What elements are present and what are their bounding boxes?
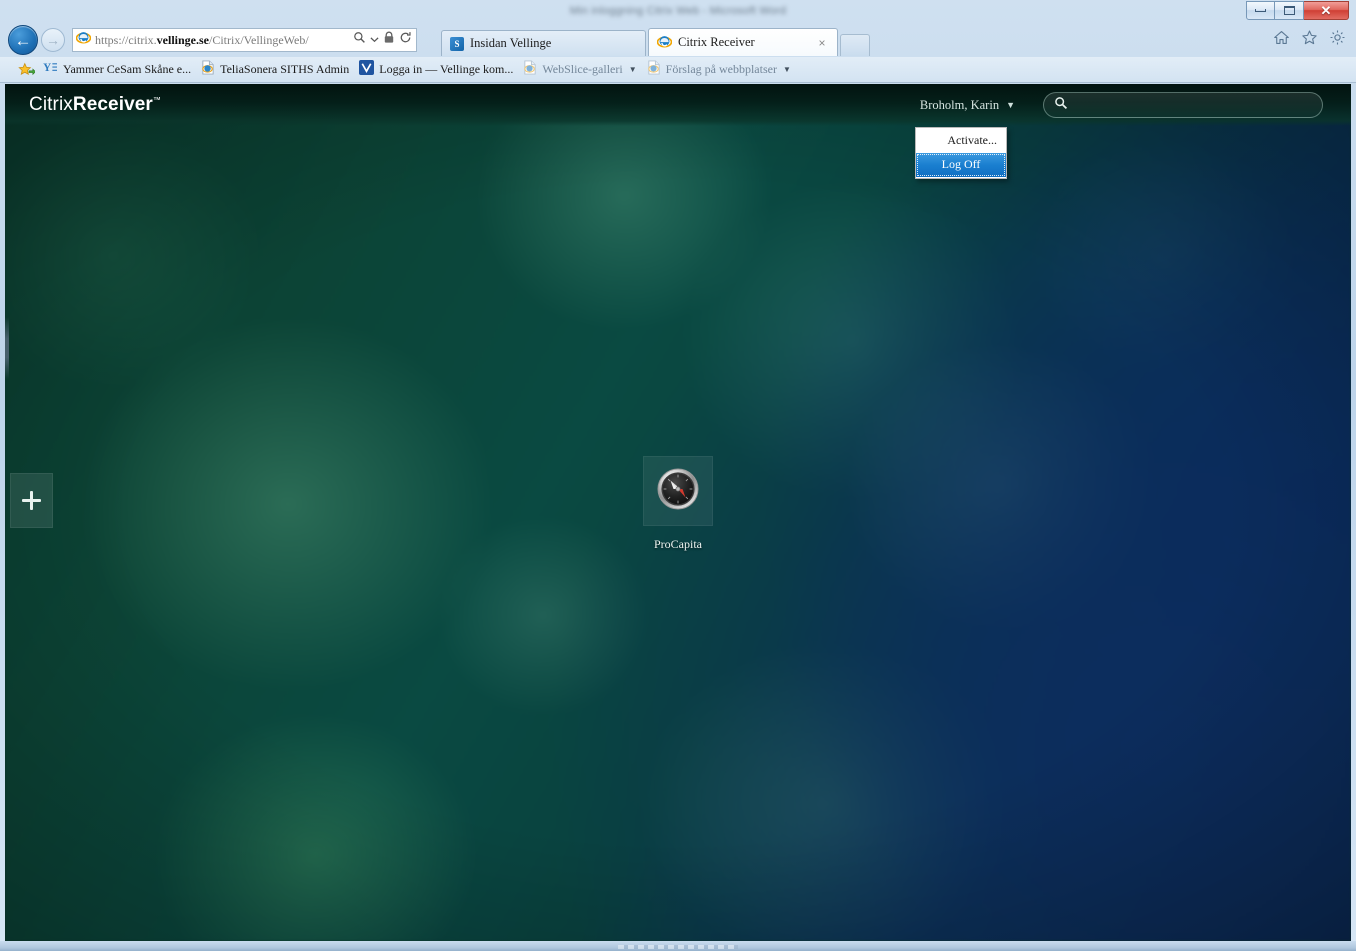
window-bottom-frame: [0, 941, 1356, 951]
close-icon: ✕: [1320, 3, 1332, 18]
search-icon[interactable]: [353, 31, 366, 49]
gear-icon[interactable]: [1329, 29, 1346, 51]
tab-insidan-vellinge[interactable]: S Insidan Vellinge: [441, 30, 646, 56]
minimize-icon: [1255, 9, 1266, 12]
new-tab-button[interactable]: [840, 34, 870, 56]
citrix-receiver-logo: CitrixReceiver™: [29, 94, 161, 116]
brand-citrix: Citrix: [29, 94, 73, 115]
chevron-down-icon[interactable]: ▼: [629, 65, 637, 74]
favorite-item-forslag-pa-webbplatser[interactable]: Förslag på webbplatser ▼: [645, 60, 799, 79]
resize-grip[interactable]: [618, 945, 738, 949]
favorite-item-webslice-galleri[interactable]: WebSlice-galleri ▼: [521, 60, 644, 79]
menu-item-log-off[interactable]: Log Off: [916, 152, 1006, 177]
citrix-header: CitrixReceiver™ Broholm, Karin ▼ Activat…: [5, 84, 1351, 179]
favorite-label: TeliaSonera SITHS Admin: [220, 62, 350, 76]
app-label: ProCapita: [654, 537, 702, 551]
back-arrow-icon: ←: [14, 30, 32, 50]
minimize-button[interactable]: [1246, 1, 1275, 20]
browser-window: Min inloggning Citrix Web - Microsoft Wo…: [0, 0, 1356, 951]
favorite-label: Yammer CeSam Skåne e...: [63, 62, 192, 76]
applications-area: ProCapita: [5, 456, 1351, 552]
refresh-icon[interactable]: [399, 31, 412, 49]
chevron-down-icon: ▼: [1006, 100, 1015, 110]
back-button[interactable]: ←: [8, 25, 38, 55]
close-button[interactable]: ✕: [1304, 1, 1349, 20]
title-bar: Min inloggning Citrix Web - Microsoft Wo…: [0, 0, 1356, 22]
window-title: Min inloggning Citrix Web - Microsoft Wo…: [569, 5, 787, 17]
compass-icon: [656, 467, 700, 516]
browser-command-bar: [1273, 29, 1346, 51]
user-menu-container: Broholm, Karin ▼ Activate... Log Off: [915, 98, 1015, 179]
forward-button[interactable]: →: [41, 28, 65, 52]
trademark-mark: ™: [152, 95, 162, 105]
ie-icon: [75, 30, 92, 50]
plus-icon: [30, 491, 33, 510]
close-tab-icon[interactable]: ×: [815, 36, 829, 50]
brand-receiver: Receiver: [72, 94, 153, 115]
yammer-icon: Y: [43, 61, 58, 78]
menu-item-activate[interactable]: Activate...: [916, 129, 1006, 153]
favorite-label: Förslag på webbplatser: [665, 62, 777, 76]
favorite-label: Logga in — Vellinge kom...: [379, 62, 514, 76]
tab-label: Citrix Receiver: [678, 35, 755, 49]
lock-icon: [383, 31, 395, 49]
ie-page-icon: [201, 60, 215, 79]
restore-icon: [1283, 6, 1295, 15]
search-icon: [1054, 96, 1068, 115]
chevron-down-icon[interactable]: [370, 31, 379, 49]
maximize-button[interactable]: [1275, 1, 1304, 20]
forward-arrow-icon: →: [46, 32, 60, 48]
window-controls: ✕: [1246, 1, 1349, 20]
chevron-down-icon[interactable]: ▼: [783, 65, 791, 74]
app-tile-procapita[interactable]: ProCapita: [643, 456, 713, 552]
favorites-star-icon[interactable]: [1301, 29, 1318, 51]
url-text: https://citrix.vellinge.se/Citrix/Vellin…: [95, 32, 309, 47]
favorite-item-yammer[interactable]: Y Yammer CeSam Skåne e...: [41, 61, 199, 78]
ie-page-icon: [647, 60, 661, 79]
sharepoint-icon: S: [450, 36, 464, 51]
home-icon[interactable]: [1273, 29, 1290, 51]
address-bar[interactable]: https://citrix.vellinge.se/Citrix/Vellin…: [72, 28, 417, 52]
user-name-label: Broholm, Karin: [919, 97, 1000, 112]
user-menu-button[interactable]: Broholm, Karin ▼: [920, 98, 1015, 113]
favorite-item-logga-in-vellinge[interactable]: Logga in — Vellinge kom...: [357, 60, 521, 79]
svg-text:Y: Y: [43, 62, 51, 74]
favorite-label: WebSlice-galleri: [542, 62, 623, 76]
ie-page-icon: [523, 60, 537, 79]
scroll-indicator[interactable]: [5, 317, 9, 379]
favorite-item-teliasonera[interactable]: TeliaSonera SITHS Admin: [199, 60, 357, 79]
page-viewport: CitrixReceiver™ Broholm, Karin ▼ Activat…: [5, 84, 1351, 941]
tab-citrix-receiver[interactable]: Citrix Receiver ×: [648, 28, 838, 56]
ie-icon: [656, 34, 673, 52]
search-input[interactable]: [1043, 92, 1323, 118]
favorites-bar: Y Yammer CeSam Skåne e... TeliaSonera SI…: [0, 57, 1356, 83]
add-to-favorites-button[interactable]: [16, 62, 41, 78]
tab-strip: S Insidan Vellinge Citrix Receiver ×: [441, 27, 1256, 56]
vellinge-icon: [359, 60, 375, 79]
app-icon-container[interactable]: [643, 456, 713, 526]
add-apps-button[interactable]: [10, 473, 53, 528]
user-dropdown-menu: Activate... Log Off: [915, 126, 1007, 179]
tab-label: Insidan Vellinge: [470, 36, 552, 50]
